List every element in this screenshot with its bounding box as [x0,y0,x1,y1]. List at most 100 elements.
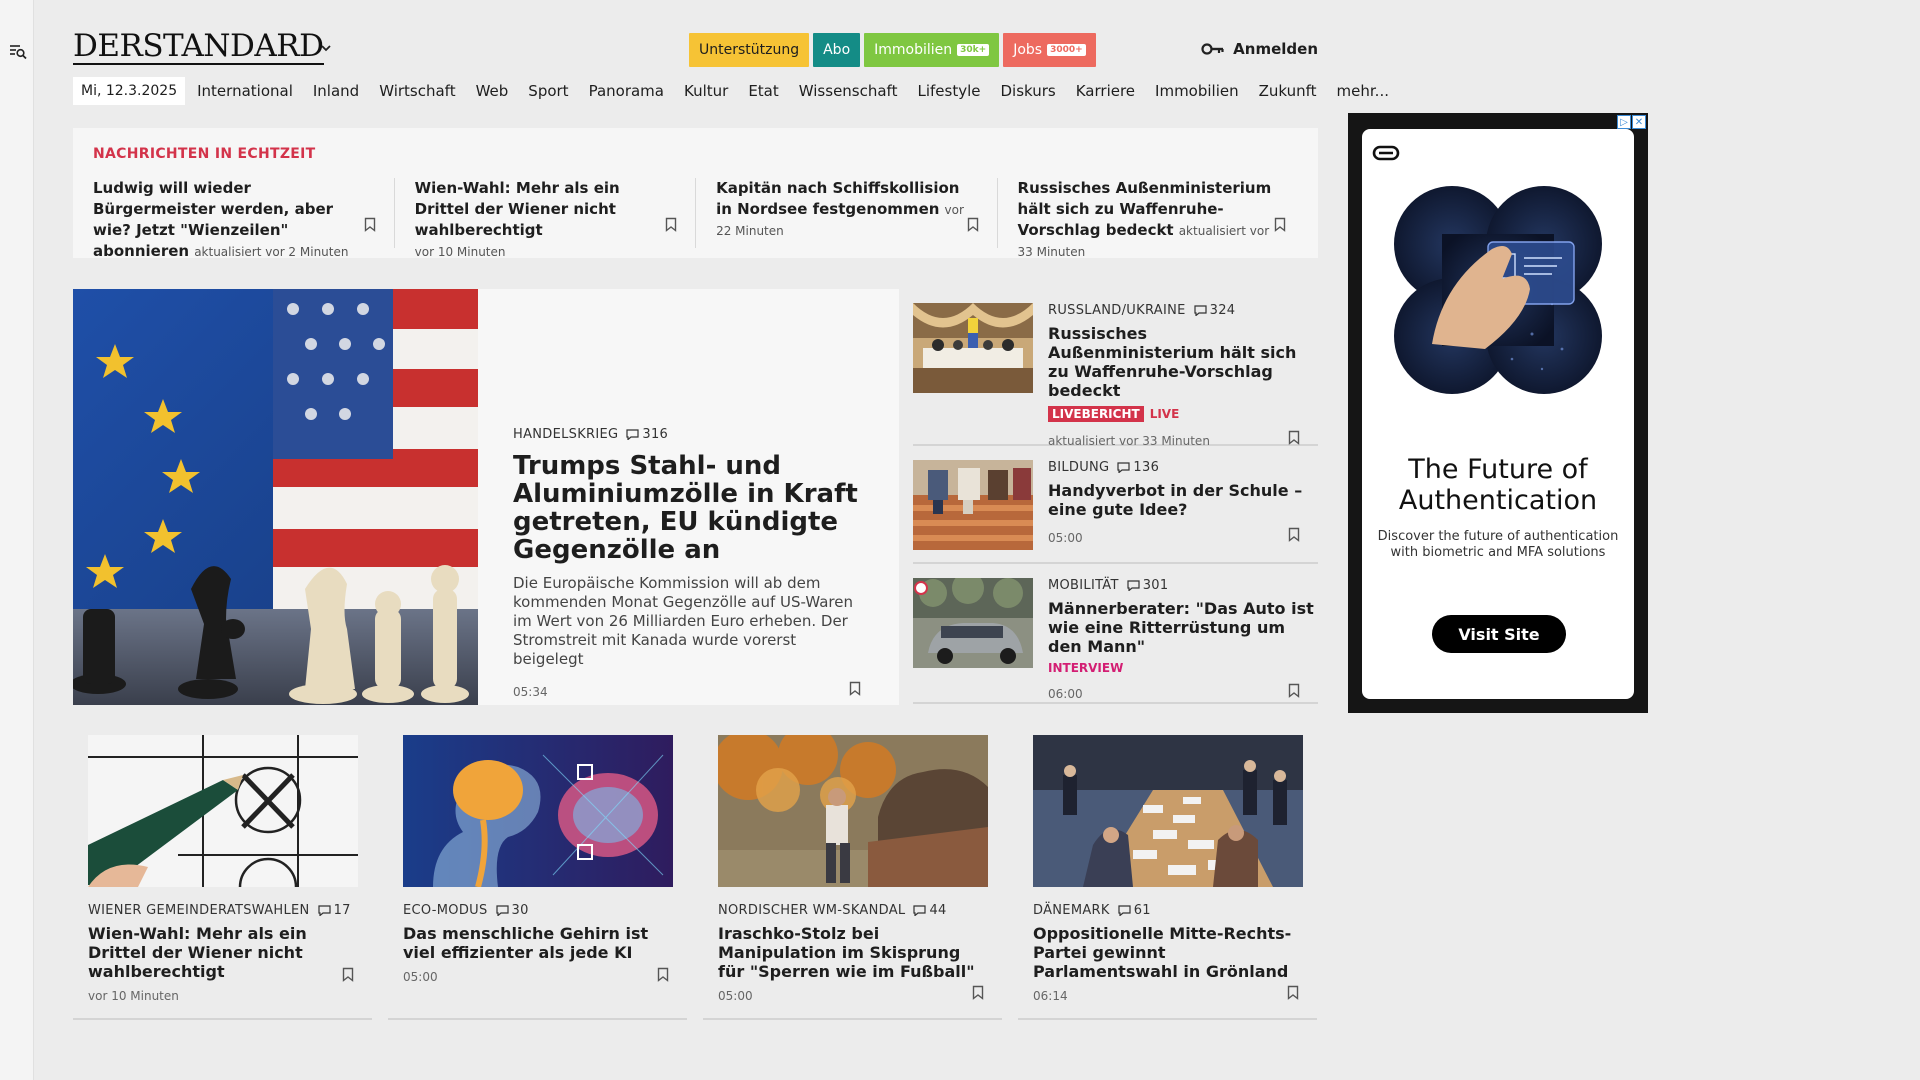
comment-icon [626,429,640,440]
nav-item-karriere[interactable]: Karriere [1076,82,1135,100]
left-rail [0,0,34,1080]
nav-item-international[interactable]: International [197,82,293,100]
side-title[interactable]: Handyverbot in der Schule – eine gute Id… [1048,481,1318,519]
nav-item-zukunft[interactable]: Zukunft [1259,82,1317,100]
jobs-button[interactable]: Jobs 3000+ [1003,33,1096,67]
realtime-news-ticker: NACHRICHTEN IN ECHTZEIT Ludwig will wied… [73,128,1318,260]
menu-search-icon[interactable] [9,43,27,61]
bookmark-icon[interactable] [1274,217,1286,232]
side-time: 05:00 [1048,531,1083,545]
article-card[interactable]: NORDISCHER WM-SKANDAL 44 Iraschko-Stolz … [703,735,1002,1020]
bookmark-icon[interactable] [342,967,354,982]
comment-count-value: 61 [1133,903,1151,918]
card-kicker-label[interactable]: WIENER GEMEINDERATSWAHLEN [88,903,310,918]
nav-item-lifestyle[interactable]: Lifestyle [917,82,980,100]
nav-item-inland[interactable]: Inland [313,82,359,100]
support-button[interactable]: Unterstützung [689,33,810,67]
side-kicker-label[interactable]: MOBILITÄT [1048,578,1119,593]
comment-count[interactable]: 44 [913,903,946,918]
nav-item-web[interactable]: Web [476,82,509,100]
comment-icon [317,905,331,916]
comment-count[interactable]: 30 [495,903,529,918]
chevron-down-icon[interactable] [320,42,332,54]
article-card-image[interactable] [1033,735,1303,887]
side-kicker-label[interactable]: BILDUNG [1048,460,1109,475]
card-kicker-label[interactable]: ECO-MODUS [403,903,488,918]
ticker-item-title: Wien-Wahl: Mehr als ein Drittel der Wien… [414,179,620,239]
card-kicker-label[interactable]: DÄNEMARK [1033,903,1110,918]
ticker-item[interactable]: Wien-Wahl: Mehr als ein Drittel der Wien… [393,178,695,259]
bookmark-icon[interactable] [657,967,669,982]
ticker-item[interactable]: Ludwig will wieder Bürgermeister werden,… [93,178,394,260]
card-title[interactable]: Iraschko-Stolz bei Manipulation im Skisp… [718,924,987,981]
nav-item-panorama[interactable]: Panorama [589,82,664,100]
card-time: 05:00 [403,970,438,984]
comment-count[interactable]: 61 [1118,903,1151,918]
nav-item-diskurs[interactable]: Diskurs [1000,82,1055,100]
side-title[interactable]: Russisches Außenministerium hält sich zu… [1048,324,1318,400]
bookmark-icon[interactable] [1288,683,1300,698]
bookmark-icon[interactable] [1287,985,1299,1000]
hero-article[interactable]: HANDELSKRIEG 316 Trumps Stahl- und Alumi… [73,289,899,705]
side-article[interactable]: BILDUNG 136 Handyverbot in der Schule – … [913,446,1318,564]
comment-count-value: 17 [333,903,351,918]
ad-choices-icon[interactable]: ▷ [1617,115,1631,129]
bookmark-icon[interactable] [1288,527,1300,542]
card-kicker-label[interactable]: NORDISCHER WM-SKANDAL [718,903,905,918]
nav-item-wirtschaft[interactable]: Wirtschaft [379,82,455,100]
site-logo[interactable]: DERSTANDARD [73,30,324,65]
hero-kicker-label[interactable]: HANDELSKRIEG [513,427,618,442]
bookmark-icon[interactable] [364,217,376,232]
side-article[interactable]: RUSSLAND/UKRAINE 324 Russisches Außenmin… [913,289,1318,448]
nav-item-kultur[interactable]: Kultur [684,82,728,100]
hero-title[interactable]: Trumps Stahl- und Aluminiumzölle in Kraf… [513,452,863,564]
article-card[interactable]: DÄNEMARK 61 Oppositionelle Mitte-Rechts-… [1018,735,1317,1020]
ad-visit-site-button[interactable]: Visit Site [1432,615,1566,653]
comment-count-value: 316 [642,427,669,442]
nav-item-etat[interactable]: Etat [748,82,778,100]
key-icon [1201,43,1224,55]
hero-image[interactable] [73,289,478,705]
bookmark-icon[interactable] [1288,430,1300,445]
nav-item-immobilien[interactable]: Immobilien [1155,82,1239,100]
abo-button[interactable]: Abo [813,33,861,67]
immobilien-button[interactable]: Immobilien 30k+ [864,33,1000,67]
hero-text: HANDELSKRIEG 316 Trumps Stahl- und Alumi… [513,427,863,699]
side-article-image[interactable] [913,578,1033,668]
bookmark-icon[interactable] [665,217,677,232]
bookmark-icon[interactable] [849,681,861,696]
card-title[interactable]: Das menschliche Gehirn ist viel effizien… [403,924,672,962]
comment-count[interactable]: 324 [1194,303,1236,318]
side-article-image[interactable] [913,460,1033,550]
nav-item-sport[interactable]: Sport [528,82,568,100]
hero-time: 05:34 [513,685,548,699]
article-card-image[interactable] [403,735,673,887]
comment-count[interactable]: 301 [1127,578,1169,593]
ticker-item[interactable]: Russisches Außenministerium hält sich zu… [996,178,1298,259]
comment-count[interactable]: 316 [626,427,668,442]
side-kicker-label[interactable]: RUSSLAND/UKRAINE [1048,303,1186,318]
nav-item-more[interactable]: mehr... [1337,82,1389,100]
bookmark-icon[interactable] [972,985,984,1000]
side-title[interactable]: Männerberater: "Das Auto ist wie eine Ri… [1048,599,1318,656]
ticker-item[interactable]: Kapitän nach Schiffskollision in Nordsee… [695,178,996,248]
comment-count[interactable]: 17 [317,903,351,918]
side-article-image[interactable] [913,303,1033,393]
ad-close-icon[interactable]: ✕ [1632,115,1646,129]
comment-count[interactable]: 136 [1117,460,1159,475]
article-card[interactable]: WIENER GEMEINDERATSWAHLEN 17 Wien-Wahl: … [73,735,372,1020]
card-kicker: DÄNEMARK 61 [1033,903,1302,918]
article-card[interactable]: ECO-MODUS 30 Das menschliche Gehirn ist … [388,735,687,1020]
article-card-image[interactable] [718,735,988,887]
ad-card[interactable]: The Future of Authentication Discover th… [1362,129,1634,699]
nav-item-wissenschaft[interactable]: Wissenschaft [799,82,898,100]
card-title[interactable]: Wien-Wahl: Mehr als ein Drittel der Wien… [88,924,357,981]
login-button[interactable]: Anmelden [1201,40,1318,58]
card-title[interactable]: Oppositionelle Mitte-Rechts-Partei gewin… [1033,924,1302,981]
side-article[interactable]: MOBILITÄT 301 Männerberater: "Das Auto i… [913,564,1318,704]
bookmark-icon[interactable] [967,217,979,232]
card-kicker: NORDISCHER WM-SKANDAL 44 [718,903,987,918]
article-card-image[interactable] [88,735,358,887]
advertisement[interactable]: ▷ ✕ The Future of Authentication Discove… [1348,113,1648,713]
ad-logo-icon [1368,135,1404,171]
